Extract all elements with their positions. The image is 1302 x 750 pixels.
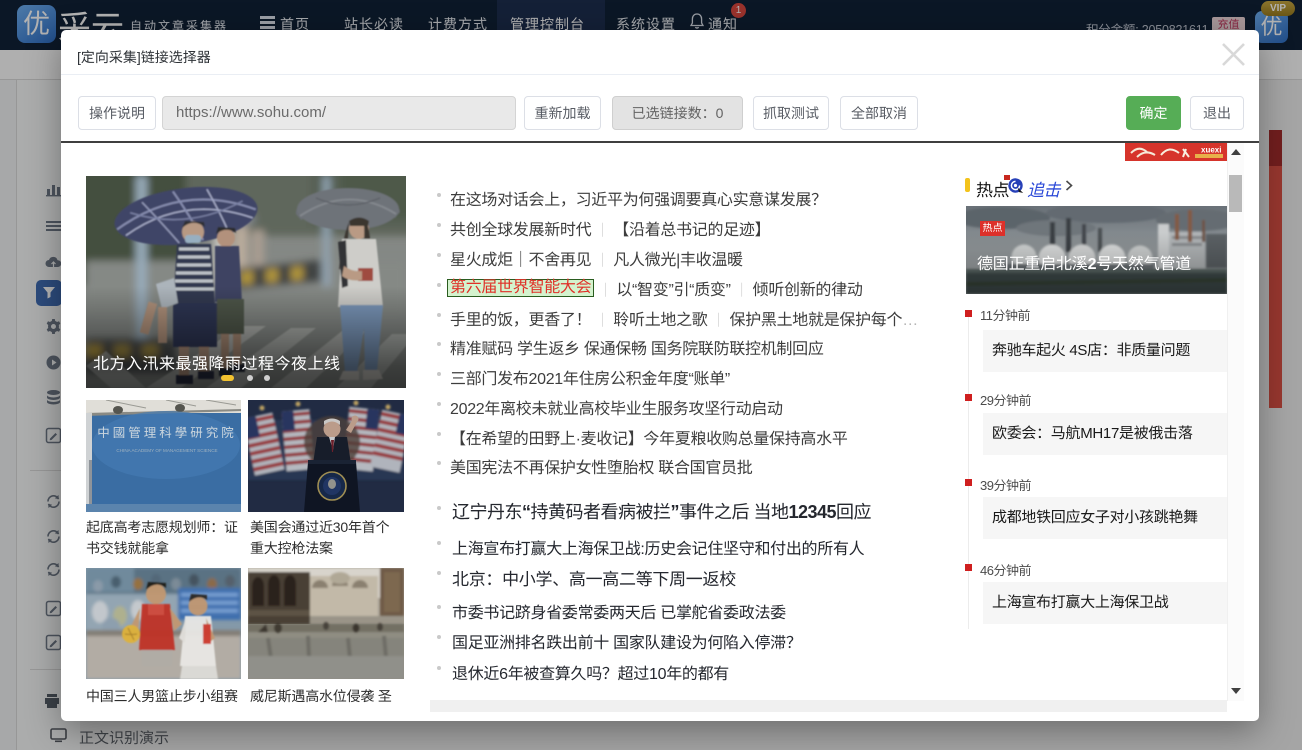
svg-text:中國管理科學研究院: 中國管理科學研究院 xyxy=(97,422,237,441)
svg-text:CHINA ACADEMY OF MANAGEMENT SC: CHINA ACADEMY OF MANAGEMENT SCIENCE xyxy=(116,448,217,453)
svg-text:xuexi: xuexi xyxy=(1201,146,1221,155)
